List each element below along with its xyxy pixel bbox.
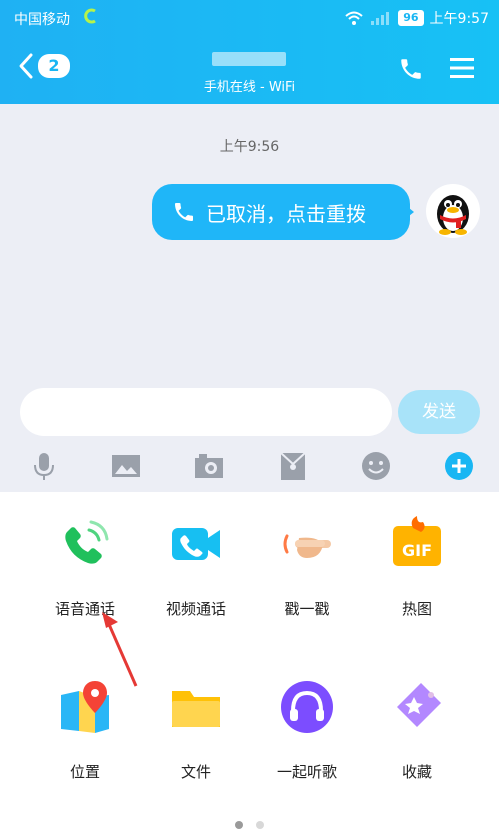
message-input[interactable] — [20, 388, 392, 436]
video-call-label: 视频通话 — [165, 600, 226, 618]
phone-call-button[interactable] — [398, 56, 424, 86]
penguin-avatar-icon — [437, 195, 469, 235]
page-dot-1[interactable] — [234, 821, 243, 829]
folder-icon — [172, 691, 220, 727]
emoji-icon[interactable] — [360, 450, 392, 482]
hot-gif-item[interactable]: GIF 热图 — [362, 514, 472, 619]
menu-button[interactable] — [448, 55, 476, 85]
send-button[interactable]: 发送 — [398, 390, 480, 434]
voice-call-item[interactable]: 语音通话 — [30, 514, 140, 619]
hamburger-icon — [450, 58, 474, 78]
message-text: 已取消，点击重拨 — [206, 201, 366, 226]
avatar[interactable] — [426, 184, 480, 238]
favorites-icon — [397, 683, 441, 727]
unread-badge: 2 — [38, 54, 70, 78]
wifi-icon — [345, 11, 363, 25]
hot-gif-label: 热图 — [401, 600, 432, 618]
plus-icon[interactable] — [443, 450, 475, 482]
status-right: 96 上午9:57 — [344, 8, 489, 28]
location-item[interactable]: 位置 — [30, 677, 140, 782]
online-status: 手机在线 - WiFi — [203, 80, 296, 95]
chat-area[interactable]: 上午9:56 已取消，点击重拨 发送 — [0, 104, 499, 492]
headphones-icon — [281, 681, 333, 733]
video-call-icon — [172, 528, 220, 560]
message-timestamp: 上午9:56 — [219, 139, 280, 155]
poke-label: 戳一戳 — [284, 600, 330, 618]
extension-panel: 语音通话 视频通话 戳一戳 GIF 热图 位置 文件 一起听歌 收藏 — [0, 492, 499, 839]
red-packet-icon[interactable] — [277, 450, 309, 482]
image-icon[interactable] — [110, 450, 142, 482]
favorites-label: 收藏 — [401, 763, 432, 781]
battery-indicator: 96 — [398, 10, 424, 26]
video-call-item[interactable]: 视频通话 — [141, 514, 251, 619]
poke-item[interactable]: 戳一戳 — [252, 514, 362, 619]
bubble-tail — [404, 204, 414, 220]
phone-icon — [401, 59, 421, 79]
header: 中国移动 96 上午9:57 2 手机在线 - WiFi — [0, 0, 499, 104]
voice-call-icon — [65, 520, 109, 564]
file-item[interactable]: 文件 — [141, 677, 251, 782]
annotation-arrow — [102, 612, 138, 687]
redial-message-bubble[interactable]: 已取消，点击重拨 — [152, 184, 410, 240]
file-label: 文件 — [180, 763, 211, 781]
listen-together-item[interactable]: 一起听歌 — [252, 677, 362, 782]
listen-together-label: 一起听歌 — [276, 763, 337, 781]
status-bar: 中国移动 96 上午9:57 — [0, 0, 499, 36]
cellular-signal-icon — [371, 12, 390, 25]
clock: 上午9:57 — [429, 11, 489, 27]
camera-icon[interactable] — [193, 450, 225, 482]
phone-icon — [175, 203, 193, 221]
carrier-label: 中国移动 — [14, 12, 70, 28]
page-indicator — [0, 814, 499, 833]
contact-name-blurred — [212, 52, 286, 66]
mic-icon[interactable] — [28, 450, 60, 482]
gif-icon: GIF — [393, 516, 441, 566]
signal-c-icon — [84, 8, 96, 24]
poke-icon — [283, 534, 331, 558]
location-label: 位置 — [69, 763, 100, 781]
favorites-item[interactable]: 收藏 — [362, 677, 472, 782]
svg-text:GIF: GIF — [402, 541, 432, 560]
page-dot-2[interactable] — [256, 821, 265, 829]
